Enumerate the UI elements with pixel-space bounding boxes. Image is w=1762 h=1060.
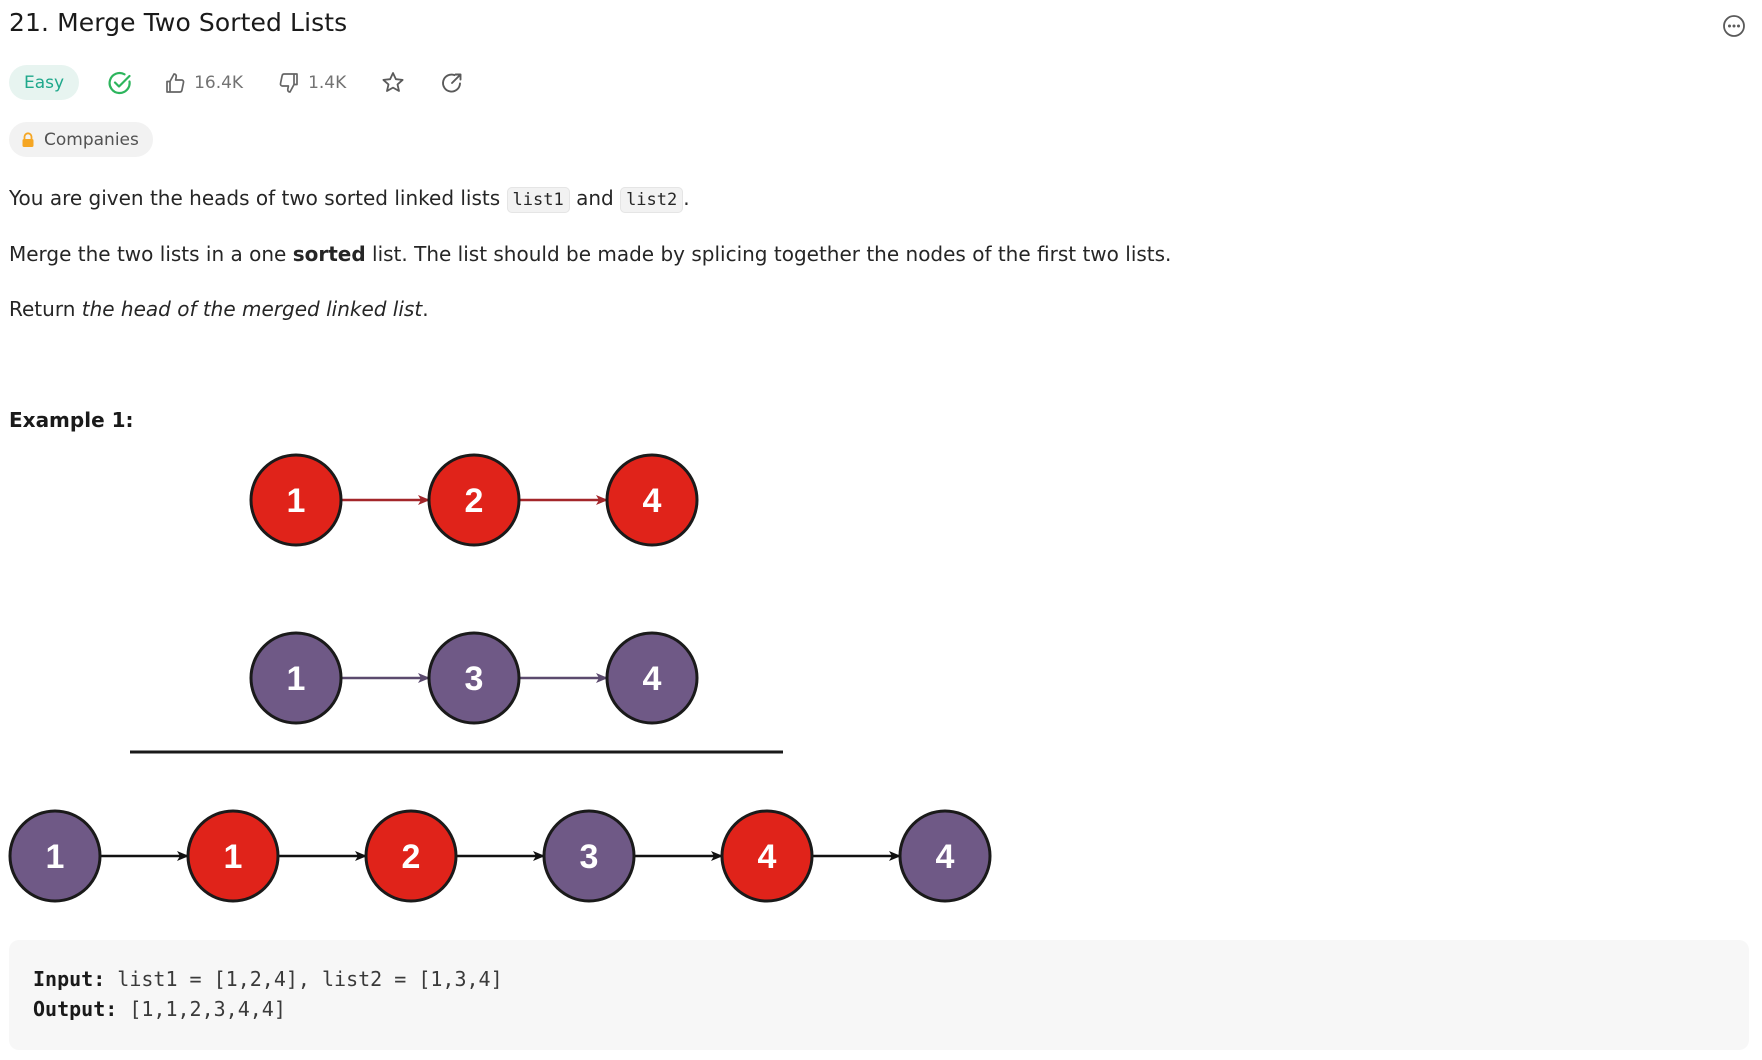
merged-node-2: 2	[364, 809, 458, 903]
p2-text: Merge the two lists in a one	[9, 242, 293, 266]
merged-node-3: 3	[542, 809, 636, 903]
description-paragraph-3: Return the head of the merged linked lis…	[9, 295, 429, 323]
list1-node-2: 4	[605, 453, 699, 547]
merged-node-5: 4	[898, 809, 992, 903]
thumbs-up-icon	[166, 72, 185, 93]
merged-node-1-label: 1	[224, 838, 243, 876]
input-label: Input:	[33, 967, 106, 991]
output-value: [1,1,2,3,4,4]	[117, 997, 286, 1021]
input-value: list1 = [1,2,4], list2 = [1,3,4]	[105, 967, 503, 991]
description-paragraph-1: You are given the heads of two sorted li…	[9, 184, 690, 214]
example-title: Example 1:	[9, 408, 134, 432]
problem-title: 21. Merge Two Sorted Lists	[9, 8, 348, 37]
like-count: 16.4K	[194, 72, 244, 93]
description-paragraph-2: Merge the two lists in a one sorted list…	[9, 240, 1171, 268]
problem-description-page: 21. Merge Two Sorted Lists Easy 16.4K 1.…	[0, 0, 1762, 1060]
merged-node-1: 1	[186, 809, 280, 903]
difficulty-badge: Easy	[9, 65, 80, 100]
list2-node-2-label: 4	[643, 660, 662, 698]
p1-end-text: .	[683, 186, 690, 210]
favorite-star-icon[interactable]	[380, 70, 406, 96]
p2-end-text: list. The list should be made by splicin…	[365, 242, 1172, 266]
p1-text: You are given the heads of two sorted li…	[9, 186, 507, 210]
companies-label: Companies	[44, 129, 139, 150]
code-list1: list1	[506, 187, 570, 213]
solved-check-icon	[108, 71, 131, 94]
more-options-icon[interactable]	[1721, 13, 1747, 39]
p1-mid-text: and	[569, 186, 621, 210]
dislike-count: 1.4K	[308, 72, 347, 93]
merged-node-4: 4	[720, 809, 814, 903]
merged-node-5-label: 4	[936, 838, 955, 876]
merged-node-2-label: 2	[402, 838, 421, 876]
merged-node-4-label: 4	[758, 838, 777, 876]
p3-text: Return	[9, 297, 82, 321]
list2-node-2: 4	[605, 631, 699, 725]
p3-italic-text: the head of the merged linked list	[81, 297, 423, 321]
list1-node-1: 2	[427, 453, 521, 547]
merged-node-0: 1	[8, 809, 102, 903]
list2-node-1: 3	[427, 631, 521, 725]
output-label: Output:	[33, 997, 118, 1021]
list2-node-0: 1	[249, 631, 343, 725]
companies-button[interactable]: Companies	[9, 122, 153, 157]
lock-icon	[22, 131, 34, 147]
p2-bold-sorted: sorted	[292, 242, 366, 266]
list2-node-1-label: 3	[465, 660, 484, 698]
problem-meta-row: Easy 16.4K 1.4K	[9, 64, 464, 101]
list2-node-0-label: 1	[287, 660, 306, 698]
merged-node-3-label: 3	[580, 838, 599, 876]
list1-node-1-label: 2	[465, 482, 484, 520]
share-icon[interactable]	[440, 71, 464, 95]
thumbs-down-icon	[279, 72, 298, 93]
code-list2: list2	[620, 187, 684, 213]
example-io-block: Input: list1 = [1,2,4], list2 = [1,3,4] …	[9, 940, 1749, 1050]
linked-list-merge-diagram: 1 2 4 1 3 4 1 1 2 3 4 4	[8, 453, 992, 903]
list1-node-2-label: 4	[643, 482, 662, 520]
dislike-button[interactable]: 1.4K	[277, 71, 346, 95]
p3-end-text: .	[422, 297, 429, 321]
list1-node-0-label: 1	[287, 482, 306, 520]
merged-node-0-label: 1	[46, 838, 65, 876]
list1-node-0: 1	[249, 453, 343, 547]
like-button[interactable]: 16.4K	[163, 71, 243, 95]
